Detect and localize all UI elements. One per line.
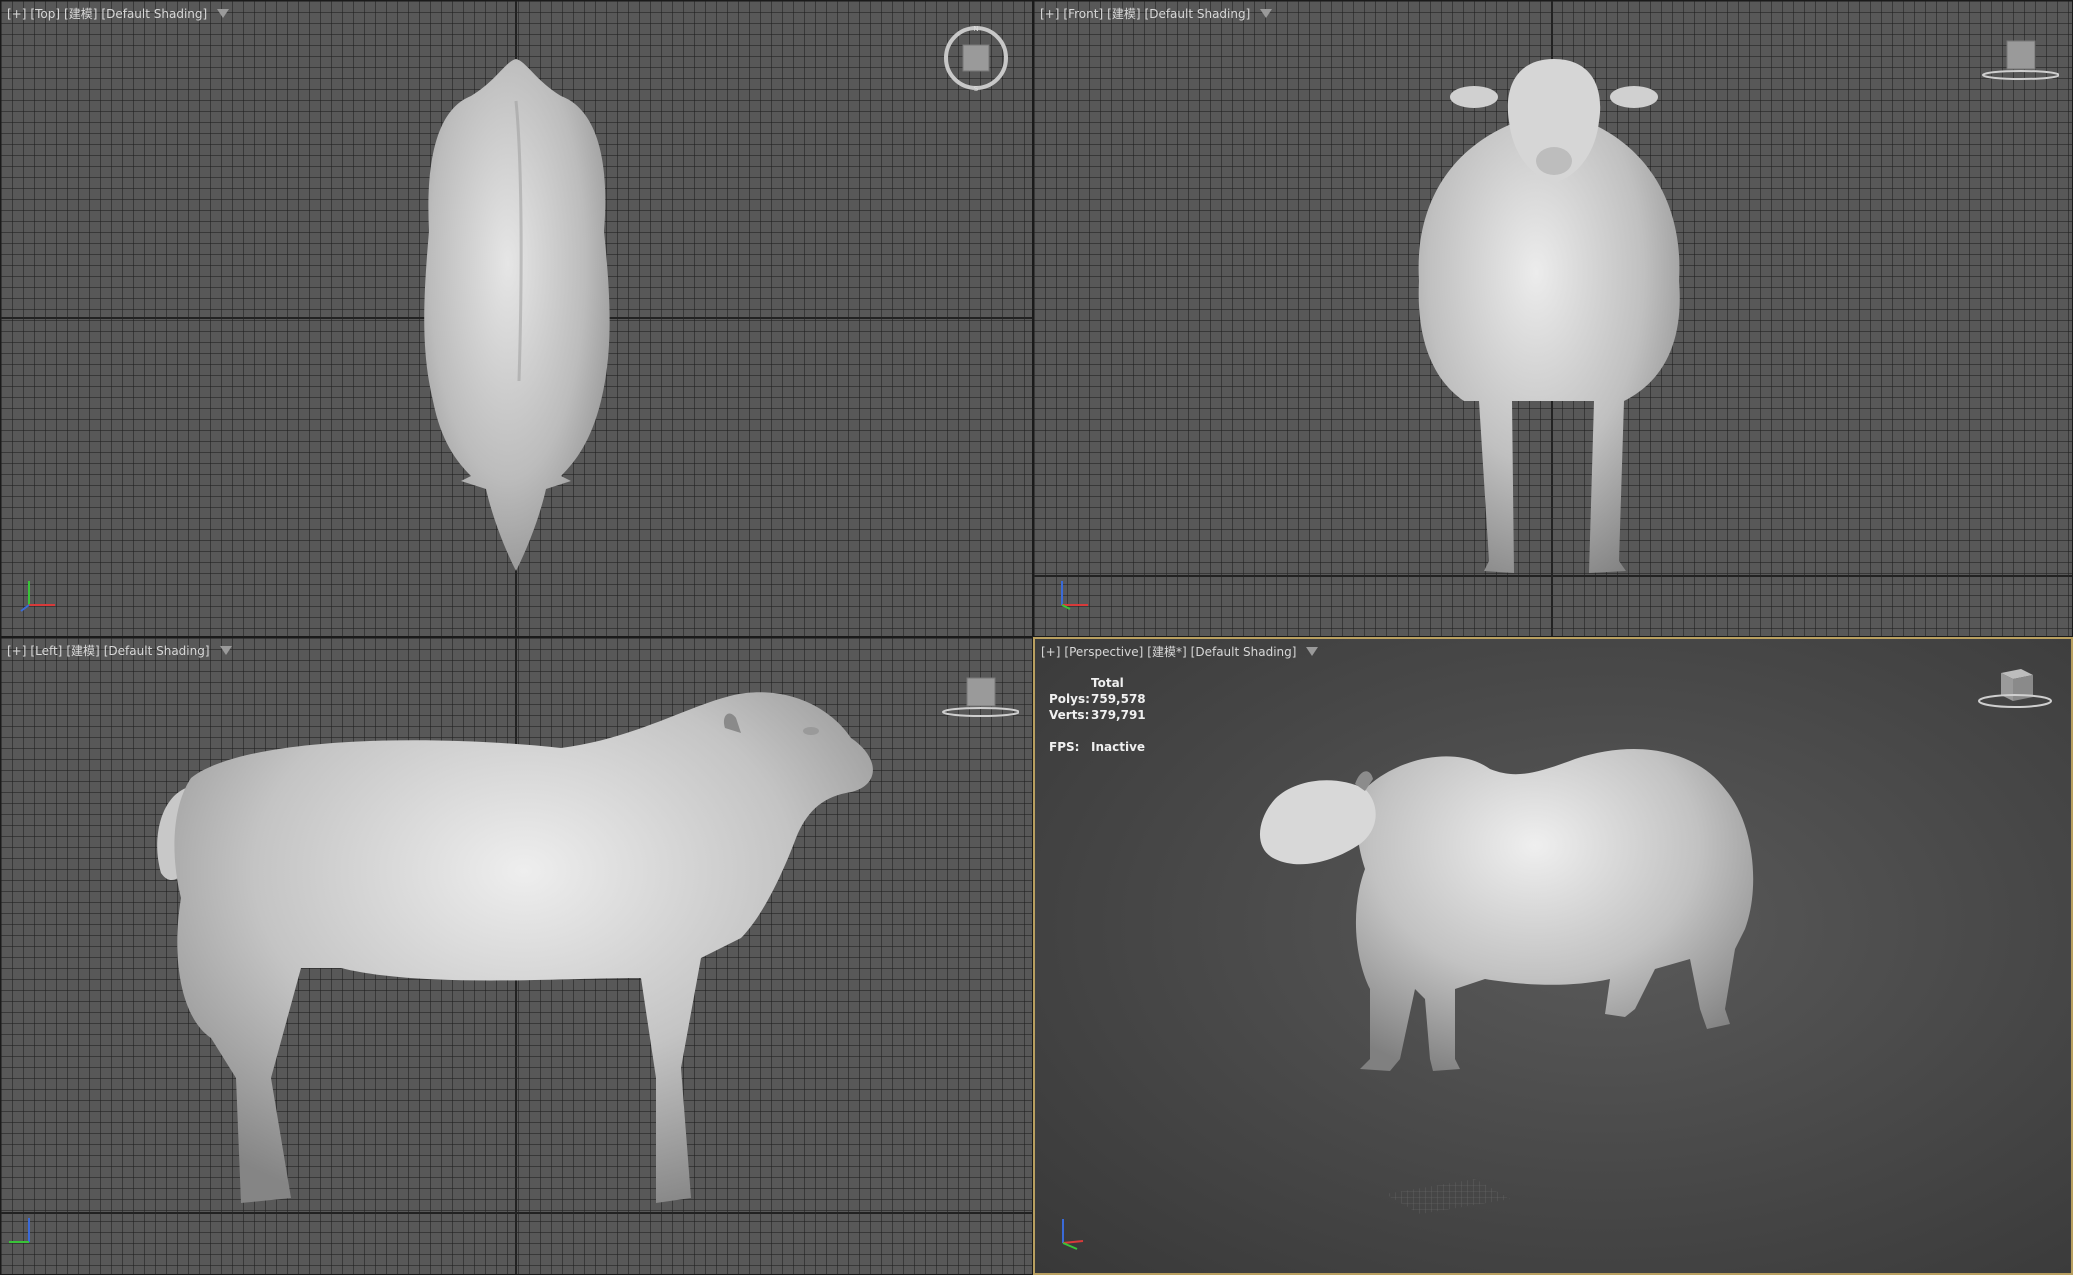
viewport-top[interactable]: [+] [Top] [建模] [Default Shading] N S (0, 0, 1033, 637)
axis-tripod-icon (1061, 581, 1088, 610)
sheep-model-front (1418, 59, 1680, 573)
viewport-front[interactable]: [+] [Front] [建模] [Default Shading] (1033, 0, 2073, 637)
axis-tripod-icon (1062, 1219, 1084, 1250)
viewport-left[interactable]: [+] [Left] [建模] [Default Shading] (0, 637, 1033, 1275)
sheep-model-left (157, 692, 873, 1203)
sheep-model-top (424, 59, 610, 571)
viewport-perspective[interactable]: [+] [Perspective] [建模*] [Default Shading… (1033, 637, 2073, 1275)
viewport-layout: [+] [Top] [建模] [Default Shading] N S [+]… (0, 0, 2073, 1275)
sheep-model-perspective (1259, 749, 1754, 1214)
axis-tripod-icon (9, 1218, 30, 1243)
axis-tripod-icon (20, 581, 55, 612)
